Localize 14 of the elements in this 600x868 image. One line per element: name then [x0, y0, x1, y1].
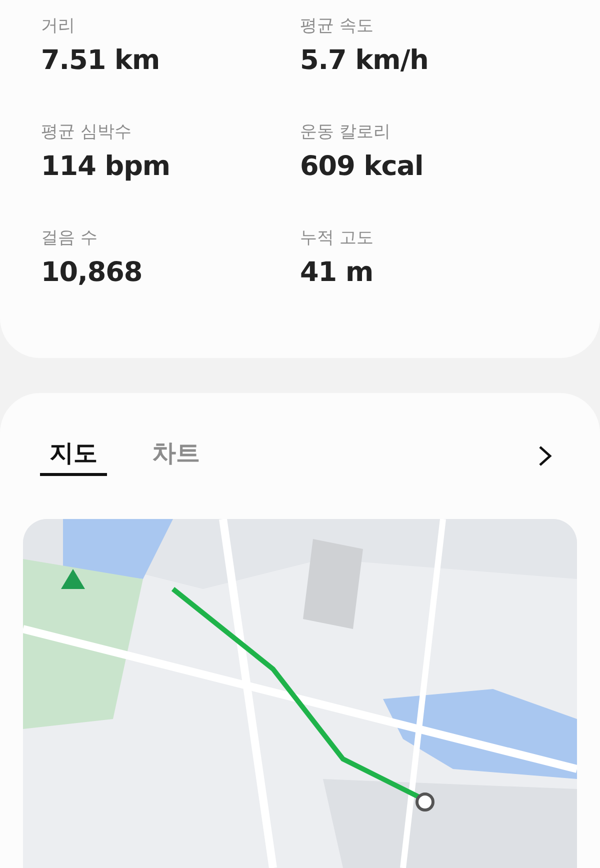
stat-label: 누적 고도 — [300, 227, 374, 250]
tab[interactable]: 지도 — [40, 436, 107, 476]
stat-label: 운동 칼로리 — [300, 121, 392, 144]
chevron-right-icon[interactable] — [537, 445, 553, 467]
stat-value: 7.51 km — [41, 44, 161, 78]
stat-value: 41 m — [300, 256, 374, 290]
stat-value: 10,868 — [41, 256, 144, 290]
stat-value: 114 bpm — [41, 150, 172, 184]
stat-value: 5.7 km/h — [300, 44, 430, 78]
stat-label: 평균 심박수 — [41, 121, 132, 144]
stat-label: 평균 속도 — [300, 15, 374, 38]
stat-label: 거리 — [41, 15, 76, 38]
stat-value: 609 kcal — [300, 150, 424, 184]
stat-label: 걸음 수 — [41, 227, 98, 250]
